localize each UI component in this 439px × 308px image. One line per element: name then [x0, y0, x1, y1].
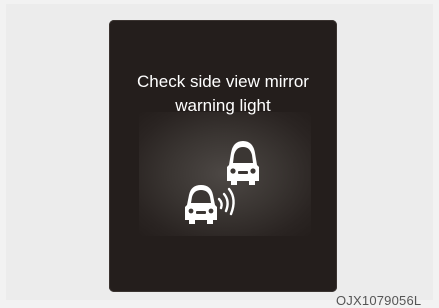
- warning-message: Check side view mirror warning light: [109, 70, 337, 118]
- figure-code: OJX1079056L: [336, 293, 422, 308]
- cluster-display: Check side view mirror warning light: [109, 20, 337, 292]
- adjacent-car-icon: [227, 141, 259, 185]
- own-car-icon: [185, 185, 217, 224]
- warning-message-line-1: Check side view mirror: [137, 72, 309, 91]
- warning-message-line-2: warning light: [175, 96, 271, 115]
- blind-spot-warning-icon: [185, 141, 259, 224]
- sensor-waves-icon: [217, 187, 235, 216]
